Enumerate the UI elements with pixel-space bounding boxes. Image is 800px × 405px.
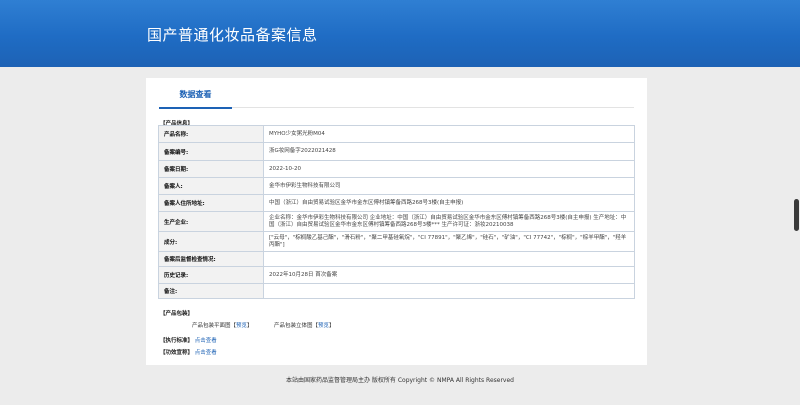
row-label-registration-date: 备案日期: (158, 160, 264, 178)
content-panel: 数据查看 【产品信息】 产品名称: MYHO少女粥光粉M04 备案编号: 浙G妆… (146, 78, 647, 365)
table-row: 备案日期: 2022-10-20 (158, 160, 635, 178)
flat-preview-link[interactable]: 预览 (236, 323, 247, 329)
table-row: 历史记录: 2022年10月28日 首次备案 (158, 266, 635, 284)
bracket-close: 】 (329, 323, 335, 329)
section-product-packaging: 【产品包装】 (160, 311, 194, 317)
row-value-inspection (263, 251, 635, 267)
row-label-registration-number: 备案编号: (158, 142, 264, 161)
standard-row: 【执行标准】 点击查看 (160, 336, 217, 344)
table-row: 产品名称: MYHO少女粥光粉M04 (158, 125, 635, 143)
row-value-history: 2022年10月28日 首次备案 (263, 266, 635, 284)
tab-active-indicator (159, 107, 232, 109)
tab-data-view-label: 数据查看 (179, 90, 212, 99)
table-row: 生产企业: 企业名称：金华市伊彩生物科技有限公司 企业地址：中国（浙江）自由贸易… (158, 211, 635, 232)
efficacy-view-link[interactable]: 点击查看 (195, 350, 217, 356)
row-value-registration-number: 浙G妆网备字2022021428 (263, 142, 635, 161)
row-value-remarks (263, 283, 635, 299)
page-title: 国产普通化妆品备案信息 (147, 26, 318, 44)
footer-copyright: 本站由国家药品监督管理局主办 版权所有 Copyright © NMPA All… (286, 377, 514, 384)
row-value-registrant: 金华市伊彩生物科技有限公司 (263, 177, 635, 195)
row-label-registrant-address: 备案人住所地址: (158, 194, 264, 212)
row-label-product-name: 产品名称: (158, 125, 264, 143)
table-row: 备注: (158, 283, 635, 299)
row-value-manufacturer: 企业名称：金华市伊彩生物科技有限公司 企业地址：中国（浙江）自由贸易试验区金华市… (263, 211, 635, 232)
tab-data-view[interactable]: 数据查看 (159, 88, 232, 109)
standard-label: 【执行标准】 (160, 338, 194, 344)
row-label-history: 历史记录: (158, 266, 264, 284)
row-value-ingredients: ["云母"，"棕榈酸乙基己酯"，"滑石粉"，"聚二甲基硅氧烷"，"CI 7789… (263, 231, 635, 252)
table-row: 成分: ["云母"，"棕榈酸乙基己酯"，"滑石粉"，"聚二甲基硅氧烷"，"CI … (158, 231, 635, 252)
stereo-preview-link[interactable]: 预览 (318, 323, 329, 329)
efficacy-label: 【功效宣称】 (160, 350, 194, 356)
table-row: 备案人: 金华市伊彩生物科技有限公司 (158, 177, 635, 195)
packaging-stereo-label: 产品包装立体图 (274, 323, 313, 329)
row-label-remarks: 备注: (158, 283, 264, 299)
tab-bar: 数据查看 (159, 88, 634, 109)
standard-view-link[interactable]: 点击查看 (195, 338, 217, 344)
product-info-table: 产品名称: MYHO少女粥光粉M04 备案编号: 浙G妆网备字202202142… (158, 125, 635, 299)
row-label-registrant: 备案人: (158, 177, 264, 195)
header-banner: 国产普通化妆品备案信息 (0, 0, 800, 67)
row-value-registrant-address: 中国（浙江）自由贸易试验区金华市金东区傅村镇筹备西路268号3楼(自主申报) (263, 194, 635, 212)
table-row: 备案编号: 浙G妆网备字2022021428 (158, 142, 635, 161)
packaging-stereo: 产品包装立体图【预览】 (274, 321, 335, 329)
row-value-registration-date: 2022-10-20 (263, 160, 635, 178)
row-label-ingredients: 成分: (158, 231, 264, 252)
bracket-close: 】 (247, 323, 253, 329)
packaging-flat: 产品包装平面图【预览】 (192, 321, 253, 329)
table-row: 备案人住所地址: 中国（浙江）自由贸易试验区金华市金东区傅村镇筹备西路268号3… (158, 194, 635, 212)
row-label-inspection: 备案后监督检查情况: (158, 251, 264, 267)
row-label-manufacturer: 生产企业: (158, 211, 264, 232)
efficacy-row: 【功效宣称】 点击查看 (160, 348, 217, 356)
scrollbar-thumb[interactable] (794, 199, 799, 231)
table-row: 备案后监督检查情况: (158, 251, 635, 267)
packaging-flat-label: 产品包装平面图 (192, 323, 231, 329)
row-value-product-name: MYHO少女粥光粉M04 (263, 125, 635, 143)
